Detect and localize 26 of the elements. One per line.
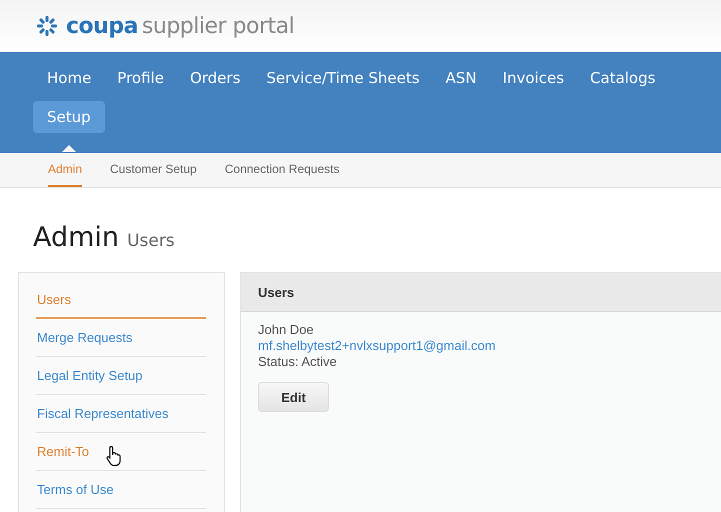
brand-name: coupa [66,14,138,38]
page-title: Admin [33,222,120,253]
nav-tab[interactable]: Invoices [488,56,578,100]
nav-tab[interactable]: Catalogs [576,56,670,100]
nav-tab[interactable]: Service/Time Sheets [252,56,434,100]
nav-tab[interactable]: Profile [103,56,178,100]
nav-tab[interactable]: Setup [33,101,105,133]
subnav-tab[interactable]: Customer Setup [110,153,197,187]
edit-button[interactable]: Edit [258,382,329,412]
subnav-tab[interactable]: Connection Requests [224,153,340,187]
user-name: John Doe [258,322,314,338]
nav-tab[interactable]: Home [33,56,106,100]
nav-tab[interactable]: ASN [432,56,491,100]
nav-tab[interactable]: Orders [176,56,254,100]
subnav-tab[interactable]: Admin [48,153,82,187]
page-subtitle: Users [127,231,175,251]
user-status: Status: Active [258,354,337,370]
sidebar-item[interactable]: Terms of Use [36,471,206,509]
sidebar-item[interactable]: Merge Requests [36,319,206,357]
sidebar-item[interactable]: Legal Entity Setup [36,357,206,395]
sidebar-item[interactable]: Fiscal Representatives [36,395,206,433]
sidebar-item[interactable]: Users [36,281,206,319]
email-link[interactable]: mf.shelbytest2+nvlxsupport1@gmail.com [258,338,496,354]
panel-title: Users [241,273,721,312]
sidebar-item[interactable]: Remit-To [36,433,206,471]
brand-tagline: supplier portal [142,14,294,38]
